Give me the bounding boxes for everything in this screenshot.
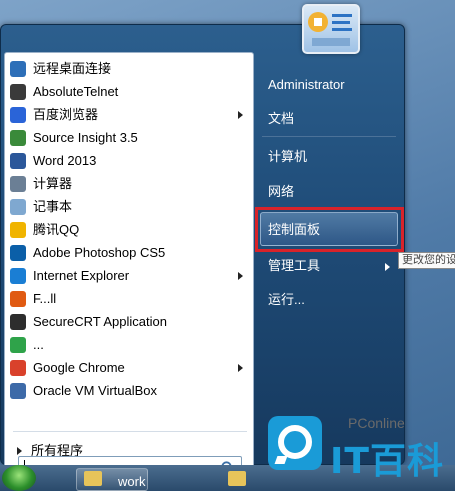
start-button[interactable] — [2, 465, 36, 491]
submenu-arrow-icon[interactable] — [238, 111, 243, 119]
menu-item-network[interactable]: 网络 — [268, 181, 294, 203]
remote-desktop-icon — [10, 61, 26, 77]
program-list: 远程桌面连接 AbsoluteTelnet 百度浏览器 Source Insight … — [5, 57, 253, 402]
program-item[interactable]: SecureCRT Application — [5, 310, 253, 333]
program-item-label: Oracle VM VirtualBox — [33, 383, 158, 398]
program-item-label: 远程桌面连接 — [33, 61, 112, 76]
program-item-label: Internet Explorer — [33, 268, 130, 283]
program-item[interactable]: Adobe Photoshop CS5 — [5, 241, 253, 264]
program-item-label: Google Chrome — [33, 360, 125, 375]
user-picture-icon — [308, 12, 352, 46]
program-item-label: F...ll — [33, 291, 57, 306]
program-item-label: AbsoluteTelnet — [33, 84, 119, 99]
absolutetelnet-icon — [10, 84, 26, 100]
virtualbox-icon — [10, 383, 26, 399]
submenu-arrow-icon[interactable] — [238, 364, 243, 372]
photoshop-icon — [10, 245, 26, 261]
program-item[interactable]: 记事本 — [5, 195, 253, 218]
user-name-label[interactable]: Administrator — [268, 74, 345, 96]
program-item[interactable]: 计算器 — [5, 172, 253, 195]
program-list-pane: 远程桌面连接 AbsoluteTelnet 百度浏览器 Source Insight … — [4, 52, 254, 485]
program-item[interactable]: 百度浏览器 — [5, 103, 253, 126]
program-item-label: Source Insight 3.5 — [33, 130, 138, 145]
right-arrow-icon — [17, 447, 22, 455]
watermark-brand: PConline — [348, 415, 405, 431]
baidu-browser-icon — [10, 107, 26, 123]
calculator-icon — [10, 176, 26, 192]
word-icon — [10, 153, 26, 169]
program-item-label: 记事本 — [33, 199, 73, 214]
program-item-label: ... — [33, 337, 44, 352]
program-item[interactable]: AbsoluteTelnet — [5, 80, 253, 103]
program-item-label: SecureCRT Application — [33, 314, 167, 329]
program-item-label: 百度浏览器 — [33, 107, 99, 122]
program-item[interactable]: 腾讯QQ — [5, 218, 253, 241]
program-item-label: Word 2013 — [33, 153, 97, 168]
user-avatar[interactable] — [302, 4, 360, 54]
watermark-logo-ring — [278, 425, 312, 459]
firefox-icon — [10, 291, 26, 307]
program-item[interactable]: Word 2013 — [5, 149, 253, 172]
program-item-label: 计算器 — [33, 176, 73, 191]
notepad-icon — [10, 199, 26, 215]
highlight-box — [255, 207, 404, 252]
program-item-label: 腾讯QQ — [33, 222, 80, 237]
program-item[interactable]: Internet Explorer — [5, 264, 253, 287]
program-item[interactable]: Google Chrome — [5, 356, 253, 379]
taskbar-label: work — [118, 474, 146, 489]
internet-explorer-icon — [10, 268, 26, 284]
program-item-label: Adobe Photoshop CS5 — [33, 245, 166, 260]
program-item[interactable]: F...ll — [5, 287, 253, 310]
program-item[interactable]: Oracle VM VirtualBox — [5, 379, 253, 402]
menu-item-computer[interactable]: 计算机 — [268, 146, 307, 168]
source-insight-icon — [10, 130, 26, 146]
menu-item-admin-tools[interactable]: 管理工具 — [268, 255, 320, 277]
browser-icon — [10, 337, 26, 353]
program-item[interactable]: Source Insight 3.5 — [5, 126, 253, 149]
program-list-separator — [13, 431, 247, 432]
submenu-arrow-icon — [385, 263, 390, 271]
folder-icon[interactable] — [228, 471, 246, 486]
tooltip: 更改您的设 — [398, 252, 455, 269]
folder-icon — [84, 471, 102, 486]
securecrt-icon — [10, 314, 26, 330]
watermark-logo-text: IT百科 — [330, 441, 444, 482]
menu-item-run[interactable]: 运行... — [268, 289, 305, 311]
right-pane-separator — [262, 136, 396, 137]
submenu-arrow-icon[interactable] — [238, 272, 243, 280]
qq-icon — [10, 222, 26, 238]
chrome-icon — [10, 360, 26, 376]
program-item[interactable]: 远程桌面连接 — [5, 57, 253, 80]
program-item[interactable]: ... — [5, 333, 253, 356]
menu-item-documents[interactable]: 文档 — [268, 108, 294, 130]
